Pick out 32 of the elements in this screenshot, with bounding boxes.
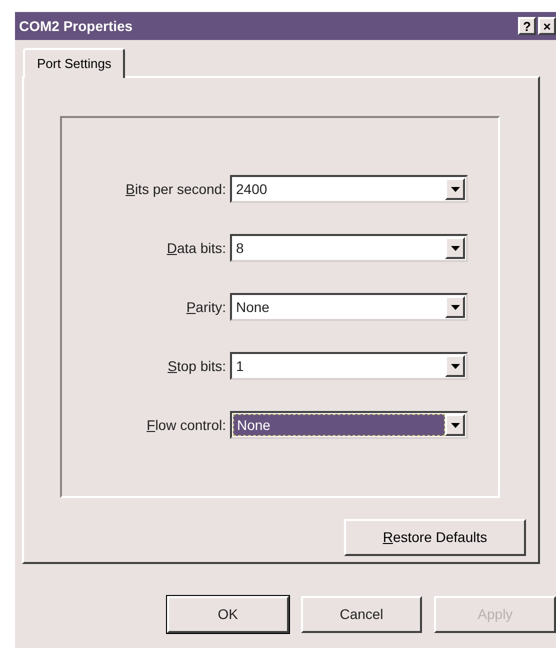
dropdown-button[interactable]: [445, 414, 465, 436]
close-button[interactable]: ×: [538, 17, 556, 35]
field-label: Parity:: [185, 298, 227, 317]
caret-icon: [450, 304, 460, 310]
dropdown-button[interactable]: [445, 296, 465, 318]
dialog-button[interactable]: Cancel: [300, 596, 422, 633]
field-label: Bits per second:: [124, 180, 227, 199]
restore-defaults-button[interactable]: Restore Defaults: [344, 519, 526, 556]
caret-icon: [450, 422, 460, 428]
caret-icon: [450, 186, 460, 192]
dropdown-value: None: [233, 414, 445, 436]
tab[interactable]: Port Settings: [23, 48, 126, 78]
field-label: Flow control:: [146, 416, 227, 434]
dropdown[interactable]: 8: [230, 234, 468, 262]
caret-icon: [450, 246, 460, 250]
dropdown[interactable]: 1: [230, 352, 468, 380]
dropdown[interactable]: 2400: [230, 175, 468, 203]
dropdown[interactable]: None: [230, 411, 468, 439]
help-button[interactable]: ?: [518, 17, 536, 35]
dropdown-button[interactable]: [445, 178, 465, 200]
caret-icon: [450, 364, 460, 368]
window-title: COM2 Properties: [19, 16, 134, 36]
dropdown-value: 8: [235, 238, 245, 258]
dialog-button[interactable]: OK: [167, 596, 289, 633]
field-label: Data bits:: [166, 238, 227, 258]
dropdown-button[interactable]: [445, 237, 465, 259]
dropdown-value: None: [235, 298, 270, 316]
dropdown-value: 1: [235, 356, 245, 376]
dropdown-value: 2400: [235, 180, 268, 198]
dropdown-button[interactable]: [445, 355, 465, 377]
dropdown[interactable]: None: [230, 293, 468, 321]
field-label: Stop bits:: [166, 356, 227, 376]
